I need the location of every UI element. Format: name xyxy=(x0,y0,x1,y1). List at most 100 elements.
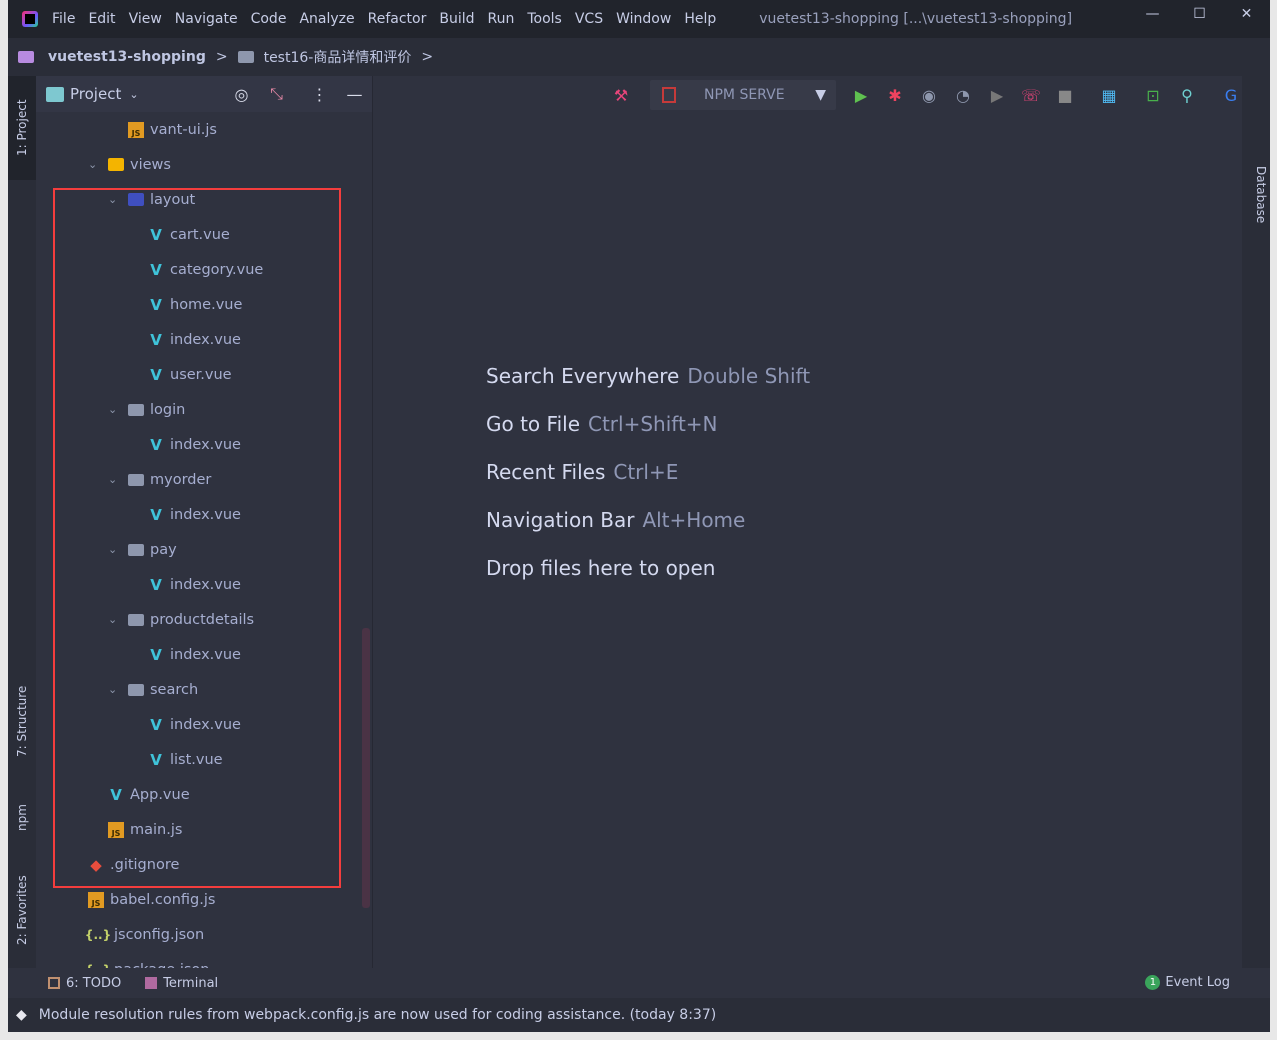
project-structure-icon[interactable]: ▦ xyxy=(1092,86,1126,105)
tree-item[interactable]: ⌄ search xyxy=(108,672,198,707)
tree-item[interactable]: JS babel.config.js xyxy=(68,882,215,917)
tree-item[interactable]: ⌄ layout xyxy=(108,182,195,217)
project-panel-header: Project ⌄ ◎ ⤡ ⋮ — xyxy=(36,76,372,112)
js-file-icon: JS xyxy=(108,821,124,838)
tree-item[interactable]: Vhome.vue xyxy=(128,287,242,322)
tree-item[interactable]: V App.vue xyxy=(88,777,189,812)
run-icon[interactable]: ▶ xyxy=(844,86,878,105)
run-config-label: NPM SERVE xyxy=(704,87,785,103)
breadcrumb-folder[interactable]: test16-商品详情和评价 xyxy=(264,47,412,67)
js-file-icon: JS xyxy=(88,891,104,908)
tree-item-label: productdetails xyxy=(150,611,255,628)
locate-target-icon[interactable]: ◎ xyxy=(224,85,259,104)
panel-title[interactable]: Project xyxy=(70,85,121,103)
menu-file[interactable]: File xyxy=(52,11,75,27)
tree-item[interactable]: {..} jsconfig.json xyxy=(68,917,204,952)
tab-npm[interactable]: npm xyxy=(8,788,36,848)
event-log-label: Event Log xyxy=(1165,975,1230,990)
menu-vcs[interactable]: VCS xyxy=(575,11,603,27)
empty-state-hint: Drop files here to open xyxy=(486,556,810,604)
terminal-icon[interactable]: ⊡ xyxy=(1136,86,1170,105)
chevron-down-icon[interactable]: ⌄ xyxy=(108,473,128,486)
terminal-tab[interactable]: Terminal xyxy=(145,976,218,991)
menu-edit[interactable]: Edit xyxy=(88,11,115,27)
hide-panel-icon[interactable]: — xyxy=(337,85,372,104)
tree-item[interactable]: Vindex.vue xyxy=(128,497,241,532)
tree-item[interactable]: Vindex.vue xyxy=(128,637,241,672)
empty-state-hint: Go to File Ctrl+Shift+N xyxy=(486,412,810,460)
build-hammer-icon[interactable]: ⚒ xyxy=(604,86,638,105)
tree-item[interactable]: JS main.js xyxy=(88,812,182,847)
tree-item[interactable]: Vlist.vue xyxy=(128,742,222,777)
tab-database[interactable]: Database xyxy=(1254,166,1268,223)
coverage-icon[interactable]: ◉ xyxy=(912,86,946,105)
tree-item[interactable]: JS vant-ui.js xyxy=(108,112,217,147)
tree-item[interactable]: ⌄ login xyxy=(108,392,185,427)
menu-window[interactable]: Window xyxy=(616,11,671,27)
tab-structure[interactable]: 7: Structure xyxy=(8,666,36,776)
chevron-down-icon[interactable]: ⌄ xyxy=(108,403,128,416)
folder-icon xyxy=(237,51,254,63)
hint-shortcut: Alt+Home xyxy=(642,508,746,532)
vue-file-icon: V xyxy=(150,645,162,664)
tree-item[interactable]: ⌄ productdetails xyxy=(108,602,254,637)
chevron-down-icon[interactable]: ⌄ xyxy=(108,683,128,696)
tree-item[interactable]: Vindex.vue xyxy=(128,427,241,462)
tree-item[interactable]: ⌄ pay xyxy=(108,532,177,567)
menu-tools[interactable]: Tools xyxy=(527,11,562,27)
tree-item-label: index.vue xyxy=(170,436,241,453)
title-bar: File Edit View Navigate Code Analyze Refactor B… xyxy=(8,0,1270,38)
hint-shortcut: Ctrl+E xyxy=(613,460,679,484)
menu-build[interactable]: Build xyxy=(439,11,474,27)
chevron-down-icon[interactable]: ⌄ xyxy=(108,613,128,626)
more-options-icon[interactable]: ⋮ xyxy=(302,85,337,104)
tab-project[interactable]: 1: Project xyxy=(8,76,36,180)
chevron-down-icon[interactable]: ⌄ xyxy=(108,543,128,556)
main-toolbar: ⚒ NPM SERVE ▼ ▶ ✱ ◉ ◔ ▶ ☏ ■ ▦ ⊡ ⚲ G G xyxy=(604,80,1277,110)
status-message[interactable]: Module resolution rules from webpack.con… xyxy=(39,1007,716,1023)
tab-favorites[interactable]: 2: Favorites xyxy=(8,860,36,960)
chevron-down-icon[interactable]: ⌄ xyxy=(129,88,138,101)
maximize-button[interactable]: ☐ xyxy=(1176,0,1223,30)
menu-code[interactable]: Code xyxy=(251,11,287,27)
tree-item[interactable]: Vindex.vue xyxy=(128,567,241,602)
tree-item[interactable]: Vuser.vue xyxy=(128,357,231,392)
search-icon[interactable]: ⚲ xyxy=(1170,86,1204,105)
event-log-tab[interactable]: 1 Event Log xyxy=(1145,975,1230,990)
vertical-scrollbar[interactable] xyxy=(362,628,370,908)
menu-refactor[interactable]: Refactor xyxy=(368,11,427,27)
attach-debugger-icon[interactable]: ☏ xyxy=(1014,86,1048,105)
chevron-down-icon[interactable]: ⌄ xyxy=(88,158,108,171)
menu-navigate[interactable]: Navigate xyxy=(175,11,238,27)
tree-item[interactable]: {..}package.json xyxy=(68,952,210,969)
app-logo-icon xyxy=(22,11,38,27)
tree-item[interactable]: ⌄ views xyxy=(88,147,171,182)
tree-item[interactable]: Vcart.vue xyxy=(128,217,230,252)
run-config-select[interactable]: NPM SERVE ▼ xyxy=(650,80,836,110)
stop-icon[interactable]: ■ xyxy=(1048,86,1082,105)
tree-item[interactable]: Vcategory.vue xyxy=(128,252,263,287)
event-count-badge: 1 xyxy=(1145,975,1161,990)
breadcrumb-project[interactable]: vuetest13-shopping xyxy=(48,49,206,65)
tree-item[interactable]: Vindex.vue xyxy=(128,707,241,742)
menu-analyze[interactable]: Analyze xyxy=(299,11,354,27)
menu-run[interactable]: Run xyxy=(488,11,515,27)
debug-bug-icon[interactable]: ✱ xyxy=(878,86,912,105)
chevron-down-icon[interactable]: ⌄ xyxy=(108,193,128,206)
hint-action: Search Everywhere xyxy=(486,364,680,388)
vue-file-icon: V xyxy=(150,505,162,524)
run-dashboard-icon[interactable]: ▶ xyxy=(980,86,1014,105)
close-button[interactable]: ✕ xyxy=(1223,0,1270,30)
tree-item[interactable]: ◆ .gitignore xyxy=(68,847,179,882)
minimize-button[interactable]: — xyxy=(1129,0,1176,30)
vue-file-icon: V xyxy=(150,750,162,769)
menu-help[interactable]: Help xyxy=(684,11,716,27)
tree-item[interactable]: ⌄ myorder xyxy=(108,462,211,497)
menu-view[interactable]: View xyxy=(129,11,162,27)
profiler-icon[interactable]: ◔ xyxy=(946,86,980,105)
todo-tab[interactable]: 6: TODO xyxy=(48,976,121,991)
tree-item-label: .gitignore xyxy=(110,856,180,873)
tree-item[interactable]: Vindex.vue xyxy=(128,322,241,357)
ide-window: File Edit View Navigate Code Analyze Refactor B… xyxy=(8,0,1271,1032)
collapse-all-icon[interactable]: ⤡ xyxy=(259,84,294,104)
